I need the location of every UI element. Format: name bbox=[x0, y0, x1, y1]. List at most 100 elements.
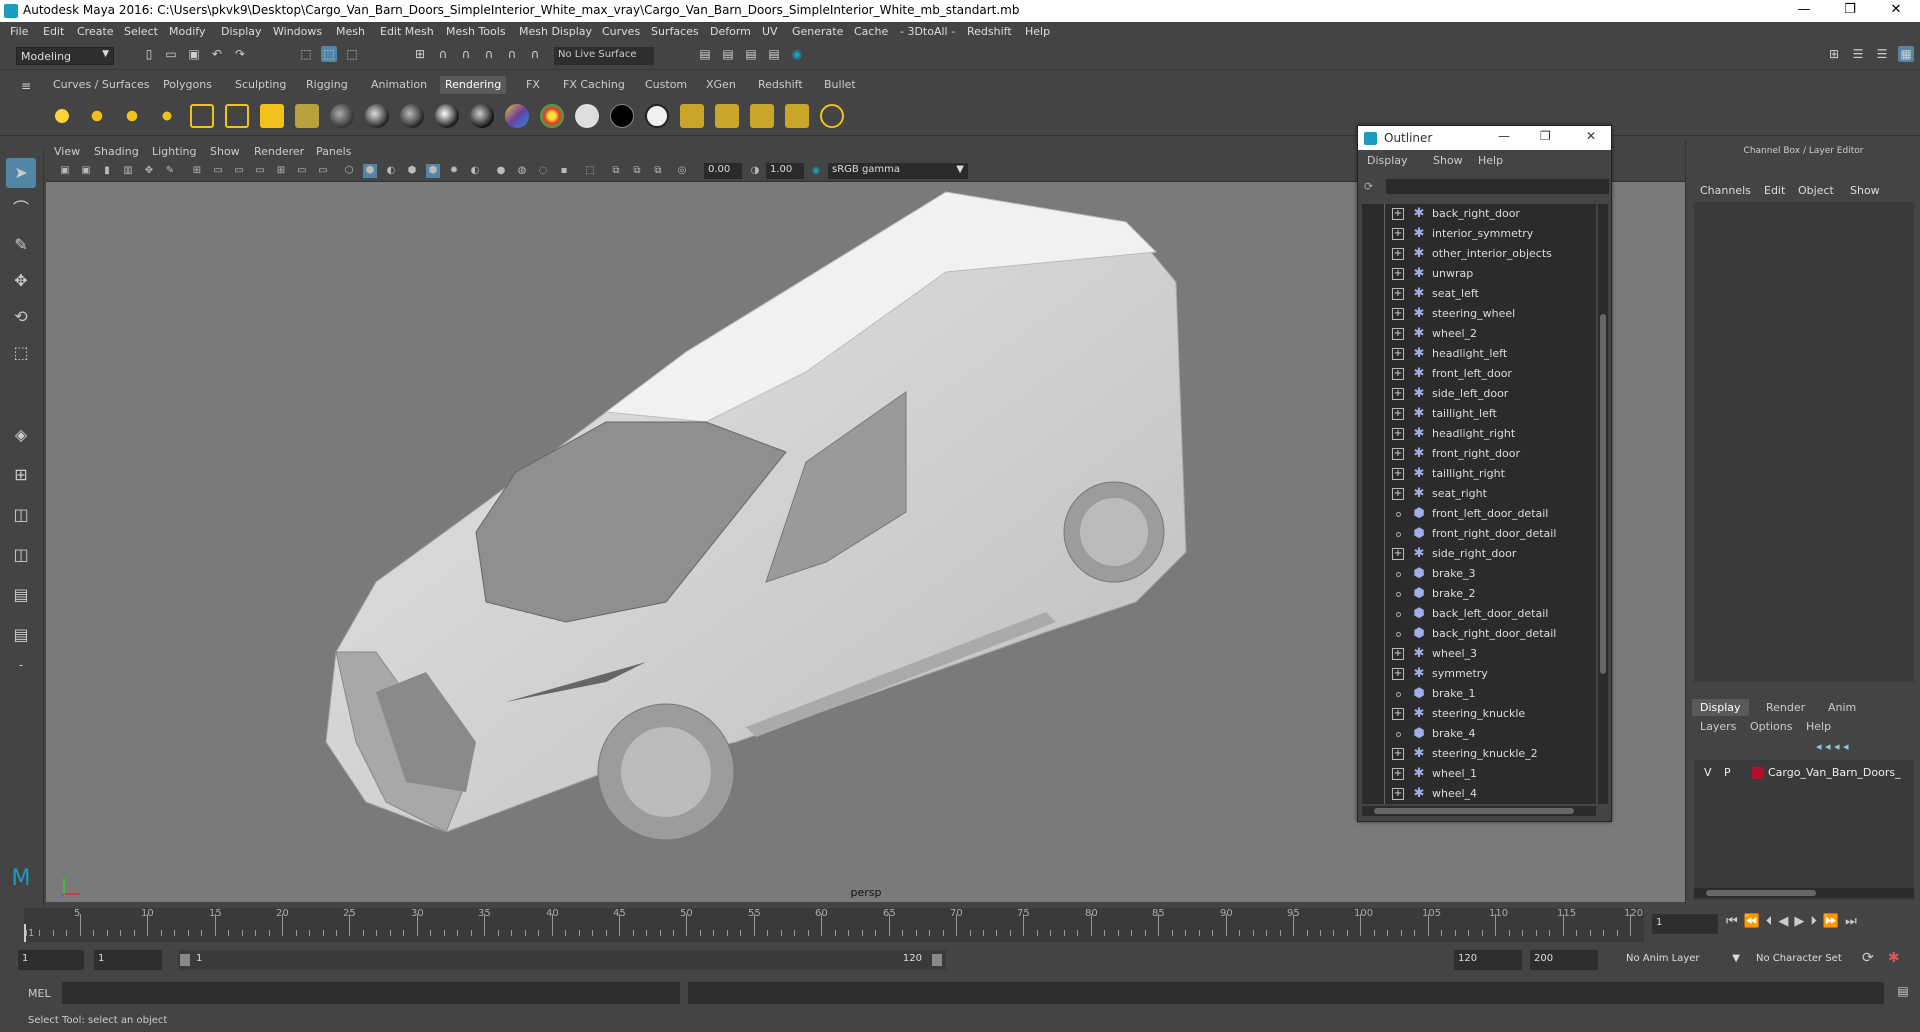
tab-curves-surfaces[interactable]: Curves / Surfaces bbox=[48, 76, 155, 94]
layer-horizontal-scrollbar[interactable] bbox=[1694, 888, 1914, 898]
layer-name[interactable]: Cargo_Van_Barn_Doors_ bbox=[1768, 766, 1901, 779]
command-input[interactable] bbox=[62, 982, 680, 1004]
directional-light-icon[interactable] bbox=[85, 104, 109, 128]
select-tool-icon[interactable]: ➤ bbox=[6, 158, 36, 188]
redo-icon[interactable]: ↷ bbox=[232, 46, 248, 62]
image-plane-icon[interactable]: ▥ bbox=[121, 164, 135, 178]
xray-icon[interactable]: ⬢ bbox=[426, 164, 440, 178]
menu-modify[interactable]: Modify bbox=[169, 25, 205, 38]
outliner-item[interactable]: + ✱ wheel_2 bbox=[1362, 324, 1596, 344]
scroll-thumb[interactable] bbox=[1374, 808, 1574, 814]
outliner-item[interactable]: + ✱ headlight_left bbox=[1362, 344, 1596, 364]
menu-file[interactable]: File bbox=[10, 25, 28, 38]
anisotropic-sphere-icon[interactable] bbox=[470, 104, 494, 128]
toggle-attribute-editor-icon[interactable]: ☰ bbox=[1850, 46, 1866, 62]
color-management-icon[interactable]: ◉ bbox=[809, 164, 823, 178]
menu-curves[interactable]: Curves bbox=[602, 25, 640, 38]
rotate-tool-icon[interactable]: ⟲ bbox=[6, 302, 36, 332]
viewport-menu-view[interactable]: View bbox=[54, 145, 80, 158]
outliner-item[interactable]: + ✱ symmetry bbox=[1362, 664, 1596, 684]
new-scene-icon[interactable]: ▯ bbox=[141, 46, 157, 62]
layer-row[interactable]: V P Cargo_Van_Barn_Doors_ bbox=[1694, 764, 1914, 782]
film-gate-icon[interactable]: ▭ bbox=[211, 164, 225, 178]
wireframe-icon[interactable]: ⬡ bbox=[342, 164, 356, 178]
menu-select[interactable]: Select bbox=[124, 25, 158, 38]
outliner-item[interactable]: ⬢ back_right_door_detail bbox=[1362, 624, 1596, 644]
workspace-icon[interactable]: ⊞ bbox=[1826, 46, 1842, 62]
outliner-item[interactable]: + ✱ headlight_right bbox=[1362, 424, 1596, 444]
snap-view-plane-icon[interactable]: ∩ bbox=[481, 46, 497, 62]
layer-visibility-toggle[interactable]: V bbox=[1704, 766, 1712, 779]
outliner-item[interactable]: + ✱ wheel_4 bbox=[1362, 784, 1596, 804]
paint-select-tool-icon[interactable]: ✎ bbox=[6, 230, 36, 260]
viewport-menu-show[interactable]: Show bbox=[210, 145, 240, 158]
tab-redshift[interactable]: Redshift bbox=[753, 76, 808, 94]
outliner-item[interactable]: + ✱ interior_symmetry bbox=[1362, 224, 1596, 244]
default-material-icon[interactable]: ◐ bbox=[384, 164, 398, 178]
channel-menu-object[interactable]: Object bbox=[1798, 184, 1834, 197]
expand-icon[interactable]: + bbox=[1392, 408, 1404, 420]
hypershade-shelf-icon[interactable] bbox=[820, 104, 844, 128]
gate-mask-icon[interactable]: ▭ bbox=[253, 164, 267, 178]
outliner-item[interactable]: + ✱ other_interior_objects bbox=[1362, 244, 1596, 264]
expand-icon[interactable]: + bbox=[1392, 788, 1404, 800]
expand-icon[interactable]: + bbox=[1392, 328, 1404, 340]
expand-icon[interactable]: + bbox=[1392, 248, 1404, 260]
layer-tab-anim[interactable]: Anim bbox=[1820, 699, 1864, 716]
outliner-item[interactable]: ⬢ brake_2 bbox=[1362, 584, 1596, 604]
gamma-icon[interactable]: ◑ bbox=[748, 164, 762, 178]
motion-blur-icon[interactable]: ◍ bbox=[515, 164, 529, 178]
xray-active-icon[interactable]: ⧉ bbox=[630, 164, 644, 178]
expand-icon[interactable]: + bbox=[1392, 648, 1404, 660]
color-space-dropdown[interactable]: sRGB gamma ▼ bbox=[828, 163, 968, 179]
render-current-shelf-icon[interactable] bbox=[715, 104, 739, 128]
playback-end-field[interactable]: 120 bbox=[1454, 950, 1522, 970]
save-scene-icon[interactable]: ▣ bbox=[186, 46, 202, 62]
snap-curve-icon[interactable]: ∩ bbox=[435, 46, 451, 62]
hypershade-icon[interactable]: ◉ bbox=[789, 46, 805, 62]
menu-help[interactable]: Help bbox=[1025, 25, 1050, 38]
close-button[interactable]: ✕ bbox=[1876, 2, 1916, 17]
expand-icon[interactable]: + bbox=[1392, 428, 1404, 440]
shadows-icon[interactable]: ◐ bbox=[468, 164, 482, 178]
range-slider[interactable]: 1 120 bbox=[178, 950, 946, 970]
resolution-gate-icon[interactable]: ▭ bbox=[232, 164, 246, 178]
backface-icon[interactable]: ⧉ bbox=[651, 164, 665, 178]
expand-icon[interactable]: + bbox=[1392, 368, 1404, 380]
layer-tab-render[interactable]: Render bbox=[1758, 699, 1813, 716]
outliner-item[interactable]: + ✱ steering_knuckle bbox=[1362, 704, 1596, 724]
layer-playback-toggle[interactable]: P bbox=[1724, 766, 1731, 779]
ipr-render-icon[interactable]: ▤ bbox=[743, 46, 759, 62]
outliner-menu-help[interactable]: Help bbox=[1478, 154, 1503, 167]
open-scene-icon[interactable]: ▭ bbox=[163, 46, 179, 62]
use-all-lights-icon[interactable]: ✹ bbox=[447, 164, 461, 178]
wireframe-on-shaded-icon[interactable]: ⬢ bbox=[405, 164, 419, 178]
menu-cache[interactable]: Cache bbox=[854, 25, 888, 38]
outliner-item[interactable]: + ✱ wheel_1 bbox=[1362, 764, 1596, 784]
minimize-button[interactable]: — bbox=[1784, 2, 1824, 17]
layout-dash-icon[interactable]: - bbox=[6, 650, 36, 680]
snap-surface-icon[interactable]: ∩ bbox=[504, 46, 520, 62]
menu-edit-mesh[interactable]: Edit Mesh bbox=[380, 25, 434, 38]
volume-light-icon[interactable] bbox=[225, 104, 249, 128]
expand-icon[interactable]: + bbox=[1392, 668, 1404, 680]
outliner-item[interactable]: + ✱ side_left_door bbox=[1362, 384, 1596, 404]
lasso-tool-icon[interactable]: ⌒ bbox=[6, 194, 36, 224]
2d-pan-zoom-icon[interactable]: ✥ bbox=[142, 164, 156, 178]
outliner-list[interactable]: + ✱ back_right_door + ✱ interior_symmetry + ✱ ot… bbox=[1362, 204, 1596, 804]
exposure-icon[interactable]: ◎ bbox=[675, 164, 689, 178]
outliner-item[interactable]: + ✱ back_right_door bbox=[1362, 204, 1596, 224]
expand-icon[interactable]: + bbox=[1392, 488, 1404, 500]
channel-menu-edit[interactable]: Edit bbox=[1764, 184, 1785, 197]
tab-xgen[interactable]: XGen bbox=[701, 76, 741, 94]
outliner-item[interactable]: ⬢ front_left_door_detail bbox=[1362, 504, 1596, 524]
outliner-menu-show[interactable]: Show bbox=[1433, 154, 1463, 167]
layer-menu-layers[interactable]: Layers bbox=[1700, 720, 1736, 733]
outliner-item[interactable]: + ✱ taillight_right bbox=[1362, 464, 1596, 484]
snap-grid-icon[interactable]: ⊞ bbox=[412, 46, 428, 62]
ramp-shader-icon[interactable] bbox=[540, 104, 564, 128]
channel-box-body[interactable] bbox=[1694, 202, 1914, 682]
area-light-icon[interactable] bbox=[190, 104, 214, 128]
expand-icon[interactable]: + bbox=[1392, 348, 1404, 360]
tab-custom[interactable]: Custom bbox=[640, 76, 692, 94]
